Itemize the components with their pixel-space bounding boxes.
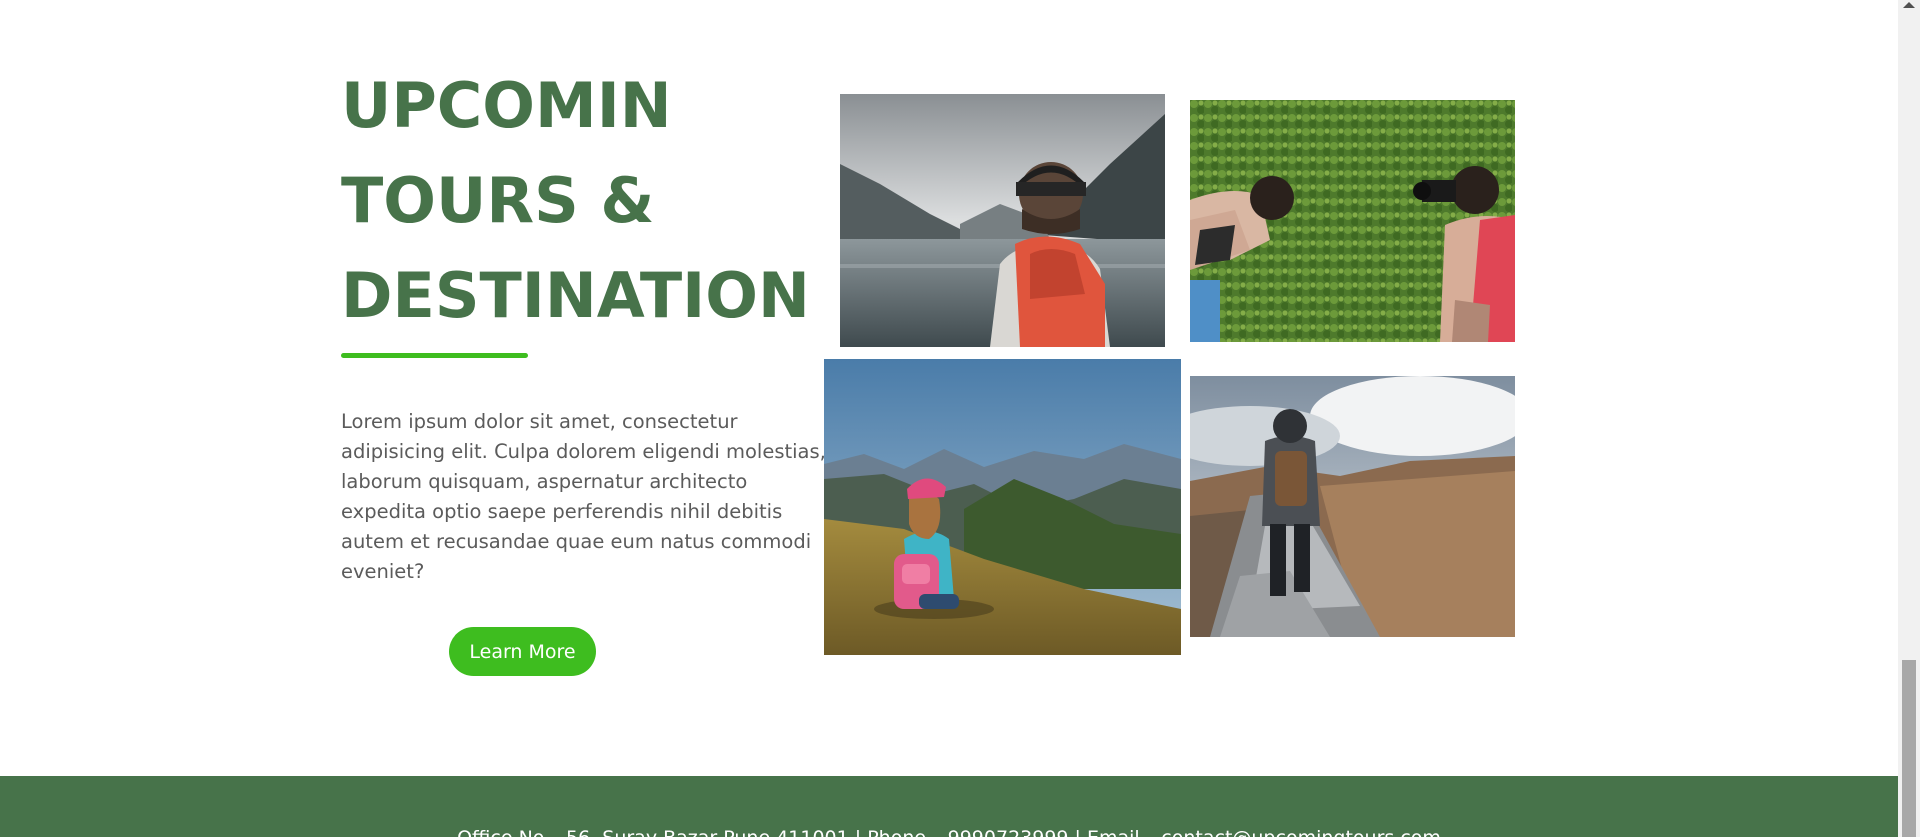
heading-line-3: DESTINATION [341, 259, 810, 332]
footer-contact-text: Office No – 56, Suray Bazar Pune 411001 … [0, 826, 1898, 837]
footer: Office No – 56, Suray Bazar Pune 411001 … [0, 776, 1898, 837]
heading-underline [341, 353, 528, 358]
scrollbar-thumb[interactable] [1902, 660, 1916, 837]
photo-photographers-ivy [1190, 100, 1515, 342]
heading-line-1: UPCOMIN [341, 69, 672, 142]
page: UPCOMIN TOURS & DESTINATION Lorem ipsum … [0, 0, 1898, 837]
learn-more-button[interactable]: Learn More [449, 627, 596, 676]
section-heading: UPCOMIN TOURS & DESTINATION [341, 58, 841, 343]
photo-hiker-ridge [1190, 376, 1515, 637]
scroll-up-arrow-icon[interactable] [1903, 2, 1915, 8]
photo-girl-mountains [824, 359, 1181, 655]
photo-hiker-lake [840, 94, 1165, 347]
section-description: Lorem ipsum dolor sit amet, consectetur … [341, 410, 826, 583]
vertical-scrollbar[interactable] [1898, 0, 1920, 837]
heading-line-2: TOURS & [341, 164, 655, 237]
